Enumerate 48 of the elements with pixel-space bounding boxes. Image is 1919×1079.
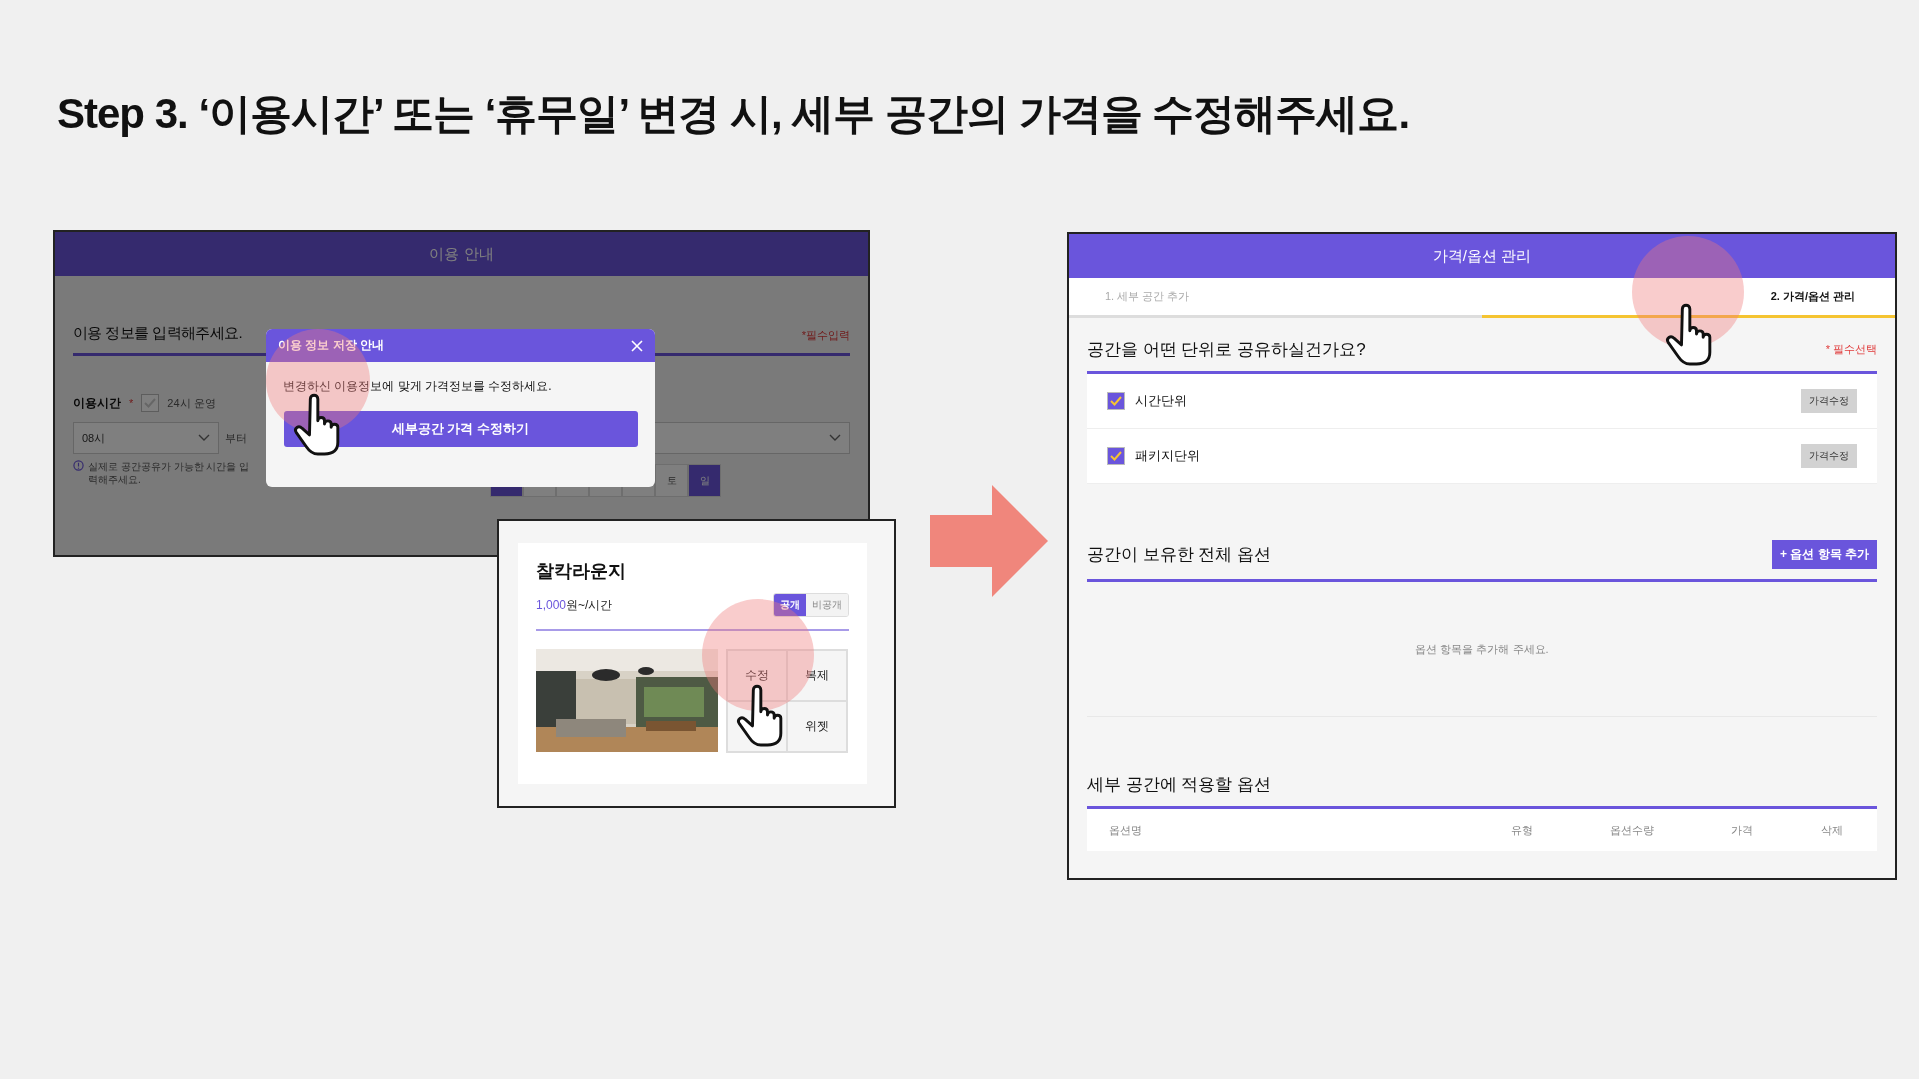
checkbox[interactable]	[1107, 392, 1125, 410]
edit-price-button[interactable]: 가격수정	[1801, 444, 1857, 468]
section-title: 세부 공간에 적용할 옵션	[1087, 774, 1272, 796]
column-header: 옵션명	[1109, 822, 1143, 838]
section-title: 이용 정보를 입력해주세요.	[73, 324, 243, 343]
column-header: 삭제	[1820, 822, 1844, 838]
dialog-title: 이용 정보 저장 안내	[278, 337, 384, 354]
required-note: *필수입력	[801, 328, 850, 343]
space-price: 1,000원~/시간	[536, 596, 613, 614]
visibility-toggle[interactable]: 비공개	[806, 594, 848, 616]
chevron-icon	[198, 434, 210, 442]
visibility-toggle[interactable]: 공개	[774, 594, 806, 616]
edit-price-button[interactable]: 가격수정	[1801, 389, 1857, 413]
checkbox-label: 24시 운영	[167, 395, 216, 411]
section-title: 공간이 보유한 전체 옵션	[1087, 544, 1272, 566]
required-mark: *	[129, 397, 134, 409]
card-action[interactable]: 수정	[727, 650, 787, 701]
day-button[interactable]: 토	[655, 464, 688, 497]
unit-label: 시간단위	[1135, 392, 1188, 410]
dialog-message: 변경하신 이용정보에 맞게 가격정보를 수정하세요.	[283, 378, 553, 395]
card-action[interactable]: 위젯	[787, 701, 847, 752]
arrow-icon	[930, 485, 1048, 597]
chevron-icon	[829, 434, 841, 442]
column-header: 유형	[1510, 822, 1534, 838]
field-label: 이용시간	[73, 394, 121, 412]
close-icon[interactable]	[631, 339, 643, 352]
required-note: * 필수선택	[1825, 342, 1877, 357]
checkbox[interactable]	[1107, 447, 1125, 465]
day-button[interactable]: 일	[688, 464, 721, 497]
panel-title: 가격/옵션 관리	[1432, 246, 1532, 266]
info-icon	[73, 460, 84, 471]
page-heading: Step 3. ‘이용시간’ 또는 ‘휴무일’ 변경 시, 세부 공간의 가격을 수정해주세요.	[57, 89, 1411, 139]
empty-message: 옵션 항목을 추가해 주세요.	[1415, 641, 1549, 657]
hand-cursor-icon	[1664, 302, 1714, 366]
section-title: 공간을 어떤 단위로 공유하실건가요?	[1087, 339, 1366, 361]
space-name: 찰칵라운지	[536, 560, 627, 583]
unit-label: 패키지단위	[1135, 447, 1201, 465]
start-select[interactable]: 08시	[73, 422, 219, 454]
panel-title: 이용 안내	[429, 244, 494, 264]
edit-price-button[interactable]: 세부공간 가격 수정하기	[283, 411, 638, 447]
field-label: 부터	[225, 430, 247, 446]
column-header: 가격	[1730, 822, 1754, 838]
add-option-button[interactable]: + 옵션 항목 추가	[1772, 540, 1877, 569]
hint-text: 실제로 공간공유가 가능한 시간을 입력해주세요.	[88, 460, 251, 486]
checkbox[interactable]	[141, 394, 160, 412]
card-action[interactable]: 복제	[787, 650, 847, 701]
column-header: 옵션수량	[1609, 822, 1655, 838]
hand-cursor-icon	[292, 392, 342, 456]
